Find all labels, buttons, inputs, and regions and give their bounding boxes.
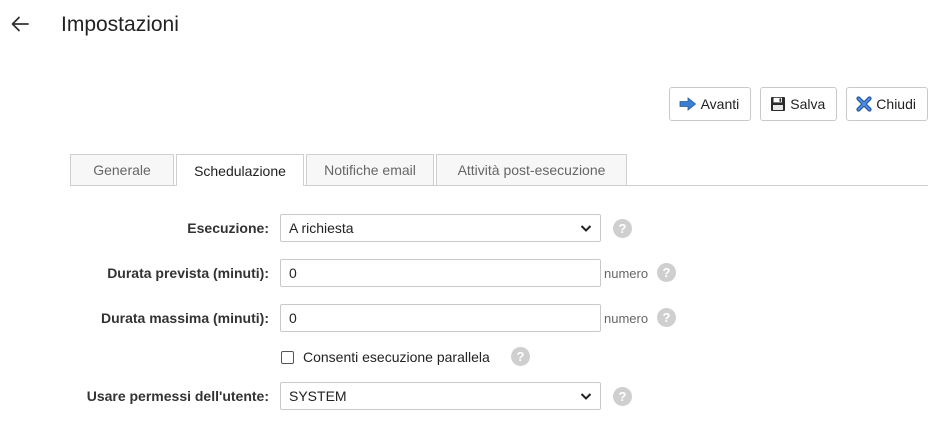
arrow-right-icon — [679, 97, 696, 111]
user-permissions-select[interactable]: SYSTEM — [280, 382, 601, 410]
back-button[interactable] — [8, 12, 32, 36]
close-button-label: Chiudi — [876, 96, 916, 112]
expected-duration-label: Durata prevista (minuti): — [107, 265, 269, 281]
expected-duration-input[interactable]: 0 — [280, 259, 601, 287]
chevron-down-icon — [580, 393, 592, 400]
tab-attivita-post-esecuzione[interactable]: Attività post-esecuzione — [436, 154, 627, 185]
settings-tabs: Generale Schedulazione Notifiche email A… — [70, 154, 928, 186]
execution-label: Esecuzione: — [187, 220, 269, 236]
parallel-execution-label: Consenti esecuzione parallela — [303, 349, 490, 365]
help-icon[interactable]: ? — [511, 347, 530, 366]
close-button[interactable]: Chiudi — [846, 87, 928, 121]
user-permissions-select-value: SYSTEM — [289, 388, 347, 404]
form-row-max-duration: Durata massima (minuti): 0 numero ? — [0, 304, 933, 332]
tab-notifiche-email[interactable]: Notifiche email — [306, 154, 434, 185]
page-title: Impostazioni — [61, 13, 179, 36]
help-icon[interactable]: ? — [613, 387, 632, 406]
execution-select-value: A richiesta — [289, 220, 354, 236]
help-icon[interactable]: ? — [613, 219, 632, 238]
parallel-execution-checkbox[interactable] — [281, 350, 294, 364]
parallel-execution-row: Consenti esecuzione parallela — [281, 347, 490, 367]
max-duration-unit: numero — [604, 311, 649, 326]
max-duration-input[interactable]: 0 — [280, 304, 601, 332]
page-header: Impostazioni — [0, 0, 933, 50]
tab-schedulazione[interactable]: Schedulazione — [176, 154, 304, 186]
next-button-label: Avanti — [700, 96, 740, 112]
form-row-user-permissions: Usare permessi dell'utente: SYSTEM ? — [0, 382, 933, 410]
help-icon[interactable]: ? — [657, 308, 676, 327]
save-button[interactable]: Salva — [760, 87, 838, 121]
tab-generale[interactable]: Generale — [70, 154, 174, 185]
save-button-label: Salva — [790, 96, 826, 112]
toolbar: Avanti Salva Chiudi — [668, 87, 928, 121]
form-row-execution: Esecuzione: A richiesta ? — [0, 214, 933, 242]
form-row-expected-duration: Durata prevista (minuti): 0 numero ? — [0, 259, 933, 287]
close-icon — [856, 96, 872, 112]
floppy-disk-icon — [771, 97, 786, 111]
execution-select[interactable]: A richiesta — [280, 214, 601, 242]
help-icon[interactable]: ? — [657, 263, 676, 282]
next-button[interactable]: Avanti — [668, 87, 752, 121]
arrow-left-icon — [11, 16, 29, 32]
user-permissions-label: Usare permessi dell'utente: — [86, 388, 269, 404]
expected-duration-unit: numero — [604, 266, 649, 281]
max-duration-label: Durata massima (minuti): — [100, 310, 269, 326]
chevron-down-icon — [580, 225, 592, 232]
